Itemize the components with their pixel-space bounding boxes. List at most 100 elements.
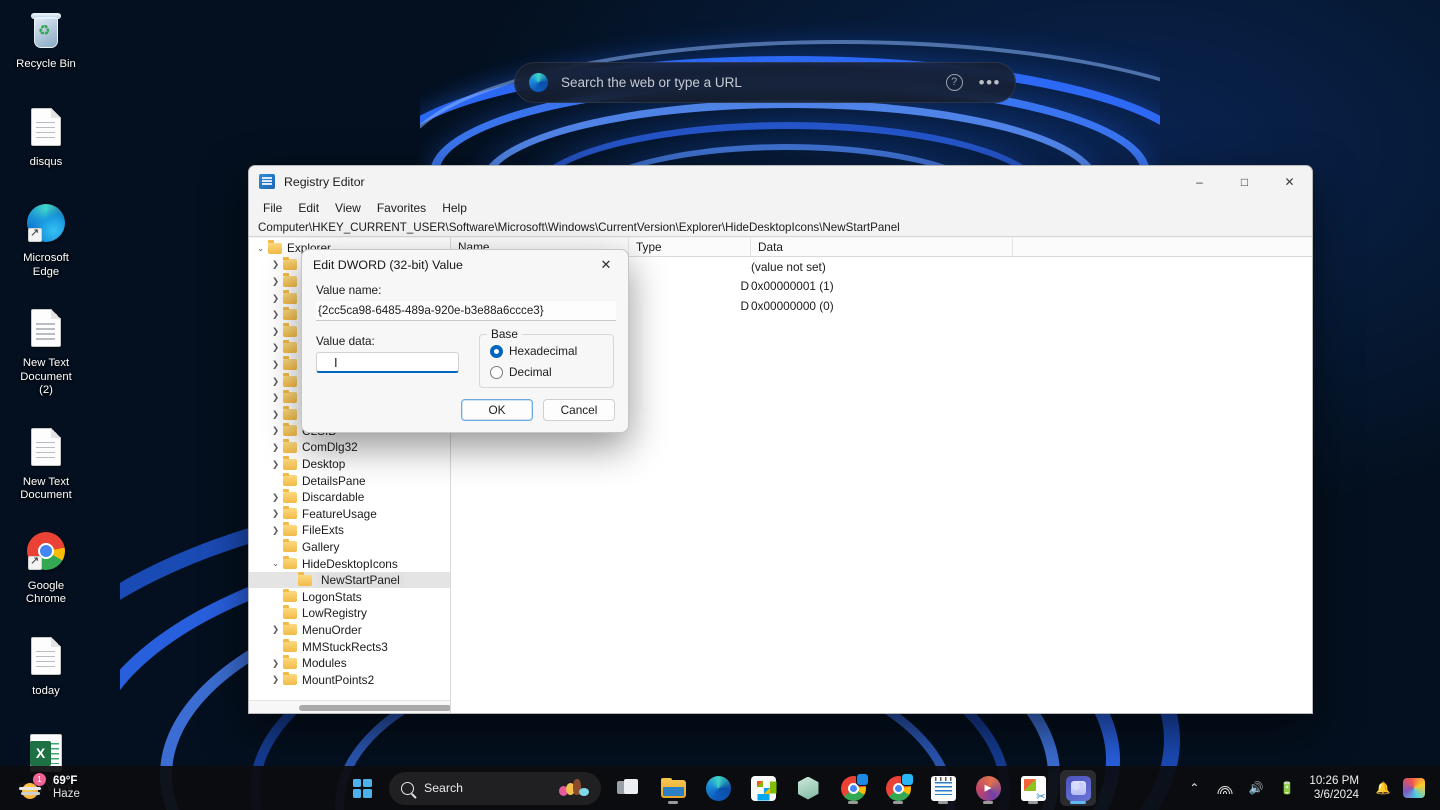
taskbar-weather-widget[interactable]: 1 69°F Haze <box>18 775 158 801</box>
tree-item-logonstats[interactable]: LogonStats <box>249 588 450 605</box>
taskbar-microsoft-edge-button[interactable] <box>700 770 736 806</box>
column-header-type[interactable]: Type <box>629 238 751 256</box>
dialog-title: Edit DWORD (32-bit) Value <box>313 258 463 272</box>
chevron-right-icon[interactable]: ❯ <box>268 259 283 270</box>
desktop-icon-disqus[interactable]: disqus <box>10 101 82 173</box>
menu-favorites[interactable]: Favorites <box>369 199 434 217</box>
chevron-right-icon[interactable]: ❯ <box>268 276 283 287</box>
chevron-right-icon[interactable]: ❯ <box>268 326 283 337</box>
menu-edit[interactable]: Edit <box>290 199 327 217</box>
tree-item-gallery[interactable]: Gallery <box>249 539 450 556</box>
tree-item-mmstuckrects3[interactable]: MMStuckRects3 <box>249 638 450 655</box>
chevron-right-icon[interactable]: ❯ <box>268 624 283 635</box>
value-name-input[interactable]: {2cc5ca98-6485-489a-920e-b3e88a6ccce3} <box>316 301 616 321</box>
taskbar-hexagon-app-button[interactable] <box>790 770 826 806</box>
chevron-right-icon[interactable]: ❯ <box>268 409 283 420</box>
file-explorer-button[interactable] <box>655 770 691 806</box>
folder-icon <box>283 425 297 436</box>
speaker-icon[interactable]: 🔊 <box>1242 773 1270 803</box>
chevron-right-icon[interactable]: ❯ <box>268 359 283 370</box>
tree-item-featureusage[interactable]: ❯FeatureUsage <box>249 506 450 523</box>
radio-hexadecimal[interactable]: Hexadecimal <box>490 344 603 358</box>
registry-editor-titlebar[interactable]: Registry Editor – □ ✕ <box>249 166 1312 197</box>
question-mark-icon[interactable]: ? <box>946 74 963 91</box>
chevron-right-icon[interactable]: ❯ <box>268 492 283 503</box>
maximize-button[interactable]: □ <box>1222 166 1267 197</box>
taskbar-teams-button[interactable] <box>1060 770 1096 806</box>
cancel-button[interactable]: Cancel <box>543 399 615 421</box>
menu-file[interactable]: File <box>255 199 290 217</box>
tree-item-hidedesktopicons[interactable]: ⌄HideDesktopIcons <box>249 555 450 572</box>
radio-decimal[interactable]: Decimal <box>490 365 603 379</box>
chevron-right-icon[interactable]: ❯ <box>268 674 283 685</box>
chevron-right-icon[interactable]: ❯ <box>268 392 283 403</box>
chevron-right-icon[interactable]: ❯ <box>268 442 283 453</box>
minimize-button[interactable]: – <box>1177 166 1222 197</box>
tree-item-menuorder[interactable]: ❯MenuOrder <box>249 622 450 639</box>
tree-item-mountpoints2[interactable]: ❯ MountPoints2 <box>249 671 450 688</box>
media-player-icon <box>976 776 1001 801</box>
tree-item-modules[interactable]: ❯Modules <box>249 655 450 672</box>
copilot-icon[interactable] <box>1400 773 1428 803</box>
edge-search-placeholder[interactable]: Search the web or type a URL <box>561 75 946 90</box>
tree-item-desktop[interactable]: ❯Desktop <box>249 456 450 473</box>
registry-address-bar[interactable]: Computer\HKEY_CURRENT_USER\Software\Micr… <box>249 218 1312 237</box>
tree-horizontal-scrollbar[interactable] <box>249 700 450 713</box>
value-data-input[interactable]: I <box>316 352 459 373</box>
clock[interactable]: 10:26 PM 3/6/2024 <box>1304 774 1366 802</box>
desktop-icon-new-text-document[interactable]: New Text Document <box>10 421 82 506</box>
ok-button[interactable]: OK <box>461 399 533 421</box>
desktop-icon-microsoft-edge[interactable]: Microsoft Edge <box>10 198 82 282</box>
tree-item-fileexts[interactable]: ❯FileExts <box>249 522 450 539</box>
start-button[interactable] <box>344 770 380 806</box>
tree-item-discardable[interactable]: ❯Discardable <box>249 489 450 506</box>
chevron-right-icon[interactable]: ❯ <box>268 658 283 669</box>
taskbar-snipping-tool-button[interactable] <box>1015 770 1051 806</box>
menu-view[interactable]: View <box>327 199 369 217</box>
taskbar-google-chrome-button-2[interactable] <box>880 770 916 806</box>
tree-item-lowregistry[interactable]: LowRegistry <box>249 605 450 622</box>
tree-item-detailspane[interactable]: DetailsPane <box>249 472 450 489</box>
tree-item-label: MountPoints2 <box>302 673 374 687</box>
wifi-icon[interactable] <box>1211 773 1239 803</box>
edge-search-widget[interactable]: Search the web or type a URL ? ••• <box>514 62 1016 103</box>
taskbar-microsoft-store-button[interactable] <box>745 770 781 806</box>
chevron-right-icon[interactable]: ❯ <box>268 525 283 536</box>
desktop-icon-google-chrome[interactable]: Google Chrome <box>10 526 82 610</box>
registry-editor-menubar: File Edit View Favorites Help <box>249 197 1312 218</box>
taskbar-search-box[interactable]: Search <box>389 772 601 805</box>
bell-icon[interactable]: 🔔 <box>1369 773 1397 803</box>
chevron-down-icon[interactable]: ⌄ <box>253 243 268 254</box>
battery-icon[interactable]: 🔋 <box>1273 773 1301 803</box>
task-view-button[interactable] <box>610 770 646 806</box>
desktop-icon-label: New Text Document <box>12 476 80 503</box>
chevron-right-icon[interactable]: ❯ <box>268 508 283 519</box>
chevron-right-icon[interactable]: ❯ <box>268 342 283 353</box>
folder-icon <box>283 326 297 337</box>
chevron-right-icon[interactable]: ❯ <box>268 293 283 304</box>
desktop-icon-grid: ♻ Recycle Bin disqus Microsoft Edge New … <box>0 0 92 807</box>
column-header-data[interactable]: Data <box>751 238 1013 256</box>
chrome-profile-badge-icon <box>856 773 869 786</box>
taskbar-media-player-button[interactable] <box>970 770 1006 806</box>
ellipsis-icon[interactable]: ••• <box>979 78 1001 88</box>
taskbar-notepad-button[interactable] <box>925 770 961 806</box>
desktop-icon-today[interactable]: today <box>10 630 82 702</box>
tree-item-newstartpanel[interactable]: NewStartPanel <box>249 572 450 589</box>
taskbar-google-chrome-button[interactable] <box>835 770 871 806</box>
chevron-down-icon[interactable]: ⌄ <box>268 558 283 569</box>
chevron-right-icon[interactable]: ❯ <box>268 425 283 436</box>
chevron-right-icon[interactable]: ❯ <box>268 459 283 470</box>
show-hidden-icons-icon[interactable]: ⌃ <box>1180 773 1208 803</box>
tree-item-comdlg32[interactable]: ❯ComDlg32 <box>249 439 450 456</box>
desktop-icon-new-text-document-2[interactable]: New Text Document (2) <box>10 302 82 401</box>
folder-icon <box>283 492 297 503</box>
close-icon[interactable]: ✕ <box>588 251 624 279</box>
folder-icon <box>283 608 297 619</box>
desktop-icon-recycle-bin[interactable]: ♻ Recycle Bin <box>10 4 82 75</box>
chevron-right-icon[interactable]: ❯ <box>268 309 283 320</box>
close-button[interactable]: ✕ <box>1267 166 1312 197</box>
chevron-right-icon[interactable]: ❯ <box>268 376 283 387</box>
dialog-titlebar[interactable]: Edit DWORD (32-bit) Value ✕ <box>302 250 628 280</box>
menu-help[interactable]: Help <box>434 199 475 217</box>
